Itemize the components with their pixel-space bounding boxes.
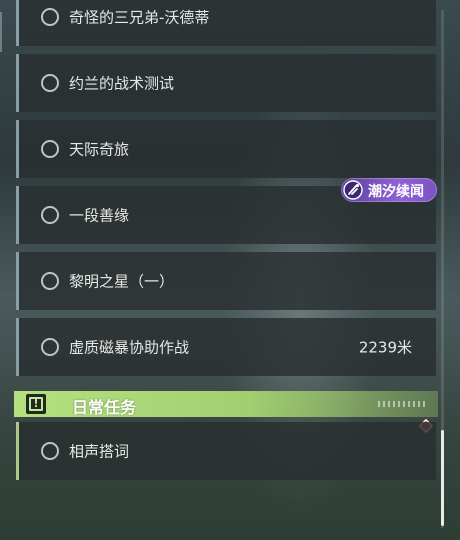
tide-story-badge[interactable]: 潮汐续闻 [341,178,437,202]
quest-title: 虚质磁暴协助作战 [69,338,190,357]
quest-row[interactable]: 虚质磁暴协助作战 2239米 [16,318,436,376]
exclamation-box-icon: ! [26,394,46,414]
quest-status-circle-icon [41,140,59,158]
quest-row[interactable]: 黎明之星（一） [16,252,436,310]
quest-status-circle-icon [41,74,59,92]
quest-title: 奇怪的三兄弟-沃德蒂 [69,8,210,27]
quest-title: 约兰的战术测试 [69,74,175,93]
quest-title: 一段善缘 [69,206,130,225]
section-title: 日常任务 [72,398,137,417]
header-decoration [378,401,428,407]
quest-distance: 2239米 [358,338,412,357]
quest-title: 天际奇旅 [69,140,130,159]
scrollbar-thumb[interactable] [441,430,444,526]
daily-quest-row[interactable]: 相声搭词 [16,422,436,480]
quest-title: 相声搭词 [69,442,130,461]
quest-row[interactable]: 奇怪的三兄弟-沃德蒂 [16,0,436,46]
quest-status-circle-icon [41,338,59,356]
quest-status-circle-icon [41,8,59,26]
quest-status-circle-icon [41,442,59,460]
quest-row[interactable]: 天际奇旅 [16,120,436,178]
daily-quests-header[interactable]: ! 日常任务 [14,391,438,417]
left-edge-indicator [0,12,2,52]
quest-row[interactable]: 约兰的战术测试 [16,54,436,112]
badge-label: 潮汐续闻 [368,184,424,200]
quest-title: 黎明之星（一） [69,272,175,291]
tide-story-icon [343,180,363,200]
quest-status-circle-icon [41,206,59,224]
quest-status-circle-icon [41,272,59,290]
